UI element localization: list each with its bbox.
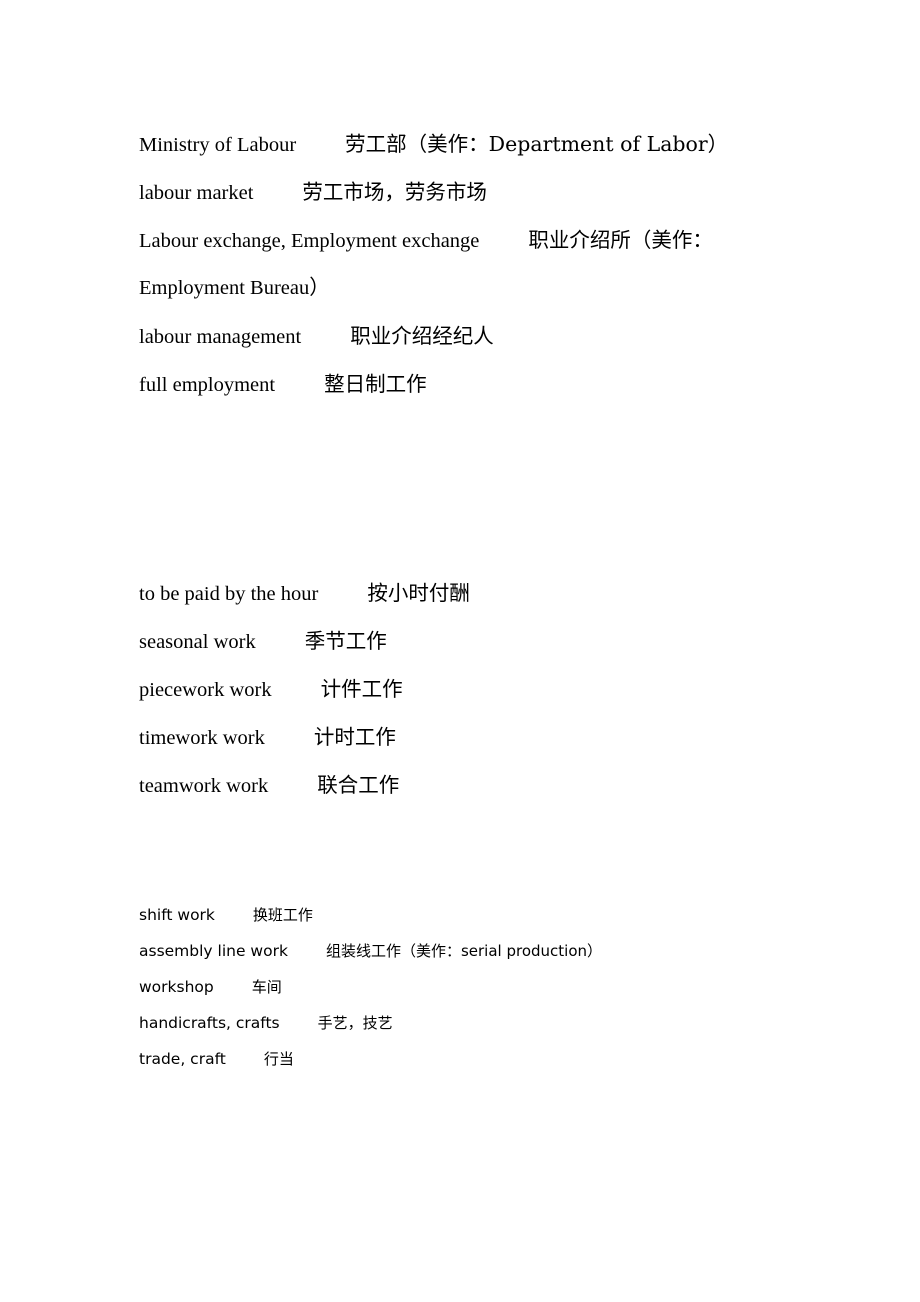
glossary-entry: labour management 职业介绍经纪人 (139, 324, 494, 349)
entry-term: Employment Bureau） (139, 277, 330, 299)
entry-term: Ministry of Labour (139, 134, 297, 156)
entry-translation: 计件工作 (320, 677, 403, 701)
entry-term: full employment (139, 374, 276, 396)
entry-term: Labour exchange, Employment exchange (139, 230, 480, 252)
glossary-entry: seasonal work 季节工作 (139, 629, 387, 654)
glossary-entry: Ministry of Labour 劳工部（美作：Department of L… (139, 132, 728, 157)
glossary-entry: assembly line work 组装线工作（美作：serial produc… (139, 941, 602, 961)
entry-translation: 职业介绍所（美作： (528, 228, 713, 252)
glossary-entry: teamwork work 联合工作 (139, 773, 399, 798)
glossary-entry: full employment 整日制工作 (139, 372, 427, 397)
entry-term: to be paid by the hour (139, 583, 319, 605)
glossary-entry: piecework work 计件工作 (139, 677, 403, 702)
entry-translation: 行当 (263, 1050, 294, 1068)
glossary-entry-continuation: Employment Bureau） (139, 276, 330, 300)
entry-term: shift work (139, 906, 215, 924)
glossary-entry: handicrafts, crafts 手艺，技艺 (139, 1013, 393, 1033)
entry-translation: 联合工作 (317, 773, 400, 797)
entry-term: trade, craft (139, 1050, 226, 1068)
entry-translation: 车间 (251, 978, 282, 996)
entry-translation: 计时工作 (313, 725, 396, 749)
entry-translation: 组装线工作（美作：serial production） (325, 942, 603, 960)
entry-term: labour market (139, 182, 254, 204)
glossary-entry: workshop 车间 (139, 977, 282, 997)
entry-translation: 劳工市场，劳务市场 (302, 180, 487, 204)
entry-translation: 手艺，技艺 (317, 1014, 393, 1032)
entry-term: timework work (139, 727, 265, 749)
entry-term: seasonal work (139, 631, 256, 653)
entry-translation: 季节工作 (304, 629, 387, 653)
document-page: Ministry of Labour 劳工部（美作：Department of L… (0, 0, 920, 1302)
entry-term: handicrafts, crafts (139, 1014, 280, 1032)
glossary-entry: trade, craft 行当 (139, 1049, 294, 1069)
glossary-entry: labour market 劳工市场，劳务市场 (139, 180, 487, 205)
glossary-entry: shift work 换班工作 (139, 905, 313, 925)
entry-translation: 按小时付酬 (367, 581, 470, 605)
entry-term: assembly line work (139, 942, 288, 960)
glossary-entry: Labour exchange, Employment exchange 职业介绍… (139, 228, 713, 253)
entry-term: piecework work (139, 679, 272, 701)
glossary-entry: to be paid by the hour 按小时付酬 (139, 581, 470, 606)
entry-term: teamwork work (139, 775, 269, 797)
entry-translation: 换班工作 (252, 906, 313, 924)
entry-translation: 劳工部（美作：Department of Labor） (345, 132, 729, 156)
entry-term: labour management (139, 326, 302, 348)
entry-term: workshop (139, 978, 214, 996)
glossary-entry: timework work 计时工作 (139, 725, 396, 750)
entry-translation: 职业介绍经纪人 (350, 324, 494, 348)
entry-translation: 整日制工作 (324, 372, 427, 396)
